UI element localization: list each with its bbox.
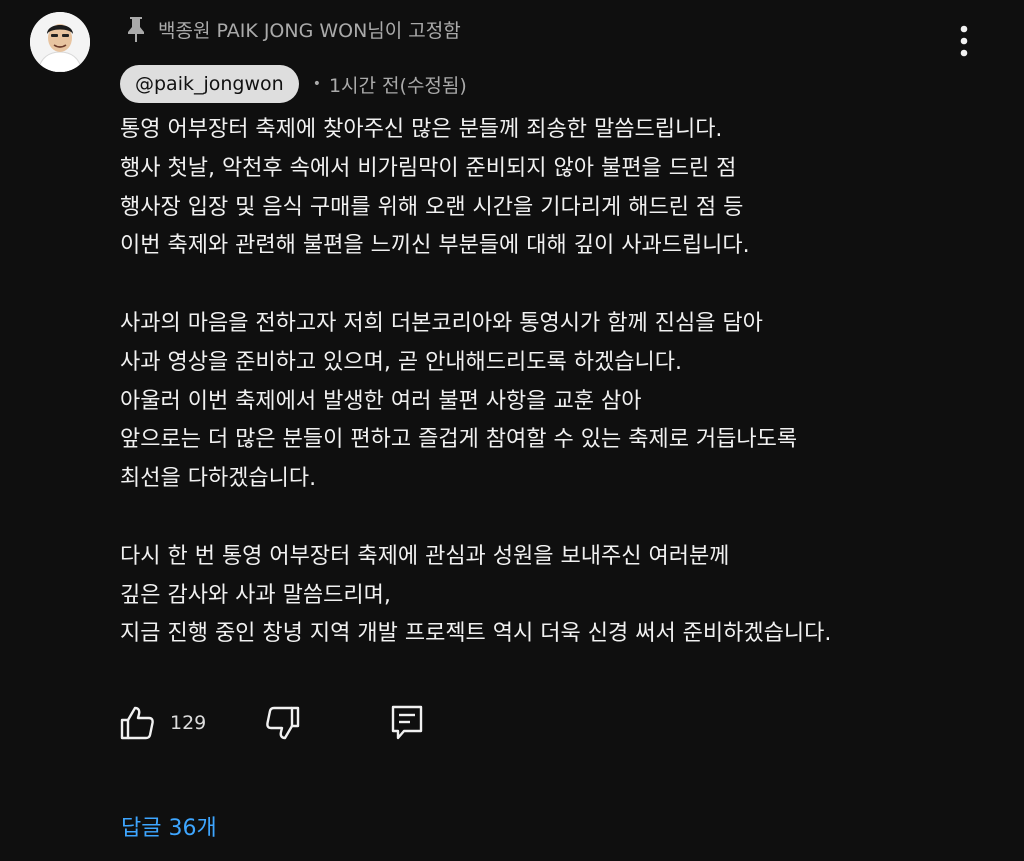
replies-link[interactable]: 답글 36개 [121, 810, 217, 842]
like-count: 129 [170, 712, 207, 734]
comment-line: 행사장 입장 및 음식 구매를 위해 오랜 시간을 기다리게 해드린 점 등 [120, 194, 744, 220]
comment-line: 통영 어부장터 축제에 찾아주신 많은 분들께 죄송한 말씀드립니다. [120, 117, 723, 142]
comment-line: 깊은 감사와 사과 말씀드리며, [120, 582, 391, 608]
comment-line: 사과의 마음을 전하고자 저희 더본코리아와 통영시가 함께 진심을 담아 [120, 310, 763, 336]
comment-line: 아울러 이번 축제에서 발생한 여러 불편 사항을 교훈 삼아 [120, 388, 642, 414]
comment-line: 지금 진행 중인 창녕 지역 개발 프로젝트 역시 더욱 신경 써서 준비하겠습… [120, 621, 832, 647]
comment-action-bar: 129 [118, 700, 424, 746]
comment-timestamp: 1시간 전(수정됨) [328, 74, 467, 97]
comment-line: 최선을 다하겠습니다. [120, 466, 317, 492]
comment-blank-line [120, 499, 1000, 538]
avatar-image [30, 12, 90, 72]
pinned-indicator: 백종원 PAIK JONG WON님이 고정함 [124, 12, 461, 46]
comment-line: 행사 첫날, 악천후 속에서 비가림막이 준비되지 않아 불편을 드린 점 [120, 155, 737, 181]
reply-button[interactable] [390, 704, 424, 742]
like-button[interactable]: 129 [118, 704, 206, 742]
reply-comment-icon [392, 705, 423, 740]
meta-separator: • [312, 76, 321, 92]
avatar[interactable] [30, 12, 90, 72]
comment-line: 다시 한 번 통영 어부장터 축제에 관심과 성원을 보내주신 여러분께 [120, 543, 730, 569]
more-vert-icon [960, 25, 968, 57]
more-options-button[interactable] [946, 18, 982, 64]
author-handle-chip[interactable]: @paik_jongwon [120, 65, 299, 103]
pinned-by-text: 백종원 PAIK JONG WON님이 고정함 [158, 19, 461, 42]
dislike-button[interactable] [264, 704, 302, 742]
thumbs-down-icon [266, 706, 300, 740]
pin-icon [124, 15, 148, 43]
comment-header: @paik_jongwon • 1시간 전(수정됨) [120, 65, 467, 103]
comment-body: 통영 어부장터 축제에 찾아주신 많은 분들께 죄송한 말씀드립니다. 행사 첫… [120, 111, 1000, 654]
comment-line: 이번 축제와 관련해 불편을 느끼신 부분들에 대해 깊이 사과드립니다. [120, 233, 750, 259]
comment-line: 앞으로는 더 많은 분들이 편하고 즐겁게 참여할 수 있는 축제로 거듭나도록 [120, 427, 798, 453]
comment-blank-line [120, 266, 1000, 305]
thumbs-up-icon [120, 706, 154, 740]
comment-line: 사과 영상을 준비하고 있으며, 곧 안내해드리도록 하겠습니다. [120, 349, 682, 375]
